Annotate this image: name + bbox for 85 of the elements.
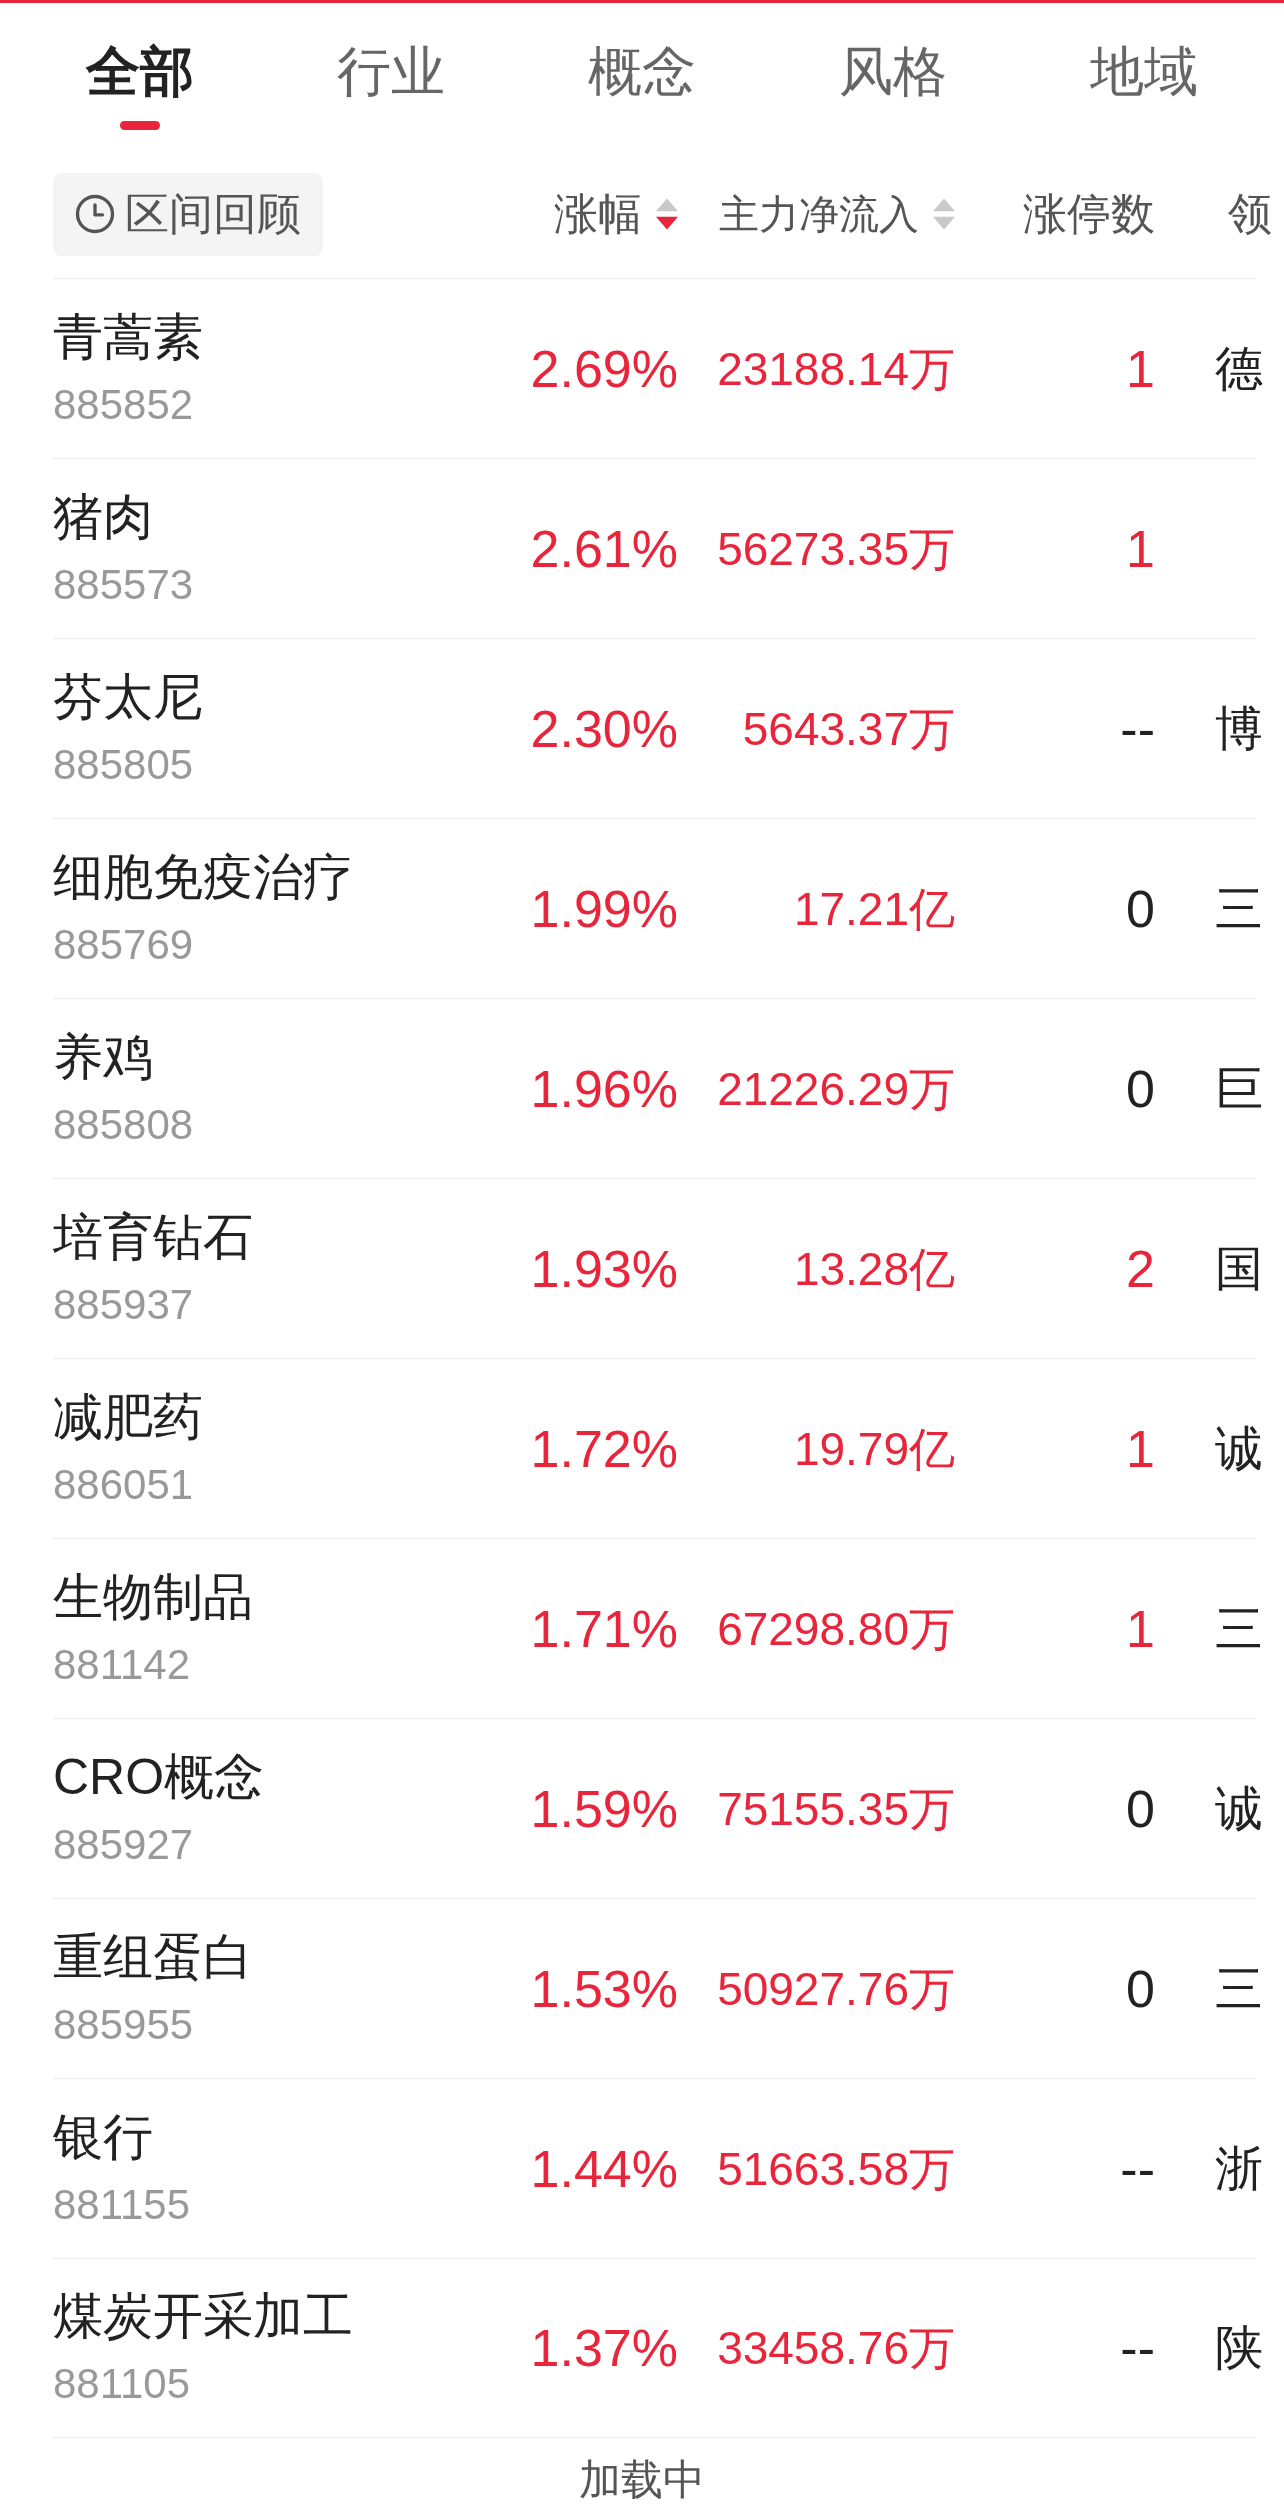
limit-up-count: 0 [1126, 878, 1155, 940]
change-percent: 2.30% [530, 698, 678, 760]
sector-code: 886051 [53, 1459, 194, 1510]
leading-stock: 德 [1215, 340, 1263, 397]
sector-name: CRO概念 [53, 1747, 265, 1807]
column-header[interactable]: 涨幅 [554, 188, 678, 240]
category-tab[interactable]: 风格 [767, 39, 1018, 130]
leading-stock: 国 [1215, 1240, 1263, 1297]
change-percent: 1.59% [530, 1778, 678, 1840]
limit-up-count: -- [1120, 2138, 1155, 2200]
column-header[interactable]: 领 [1228, 188, 1272, 240]
leading-stock: 巨 [1215, 1060, 1263, 1117]
limit-up-count: 1 [1126, 338, 1155, 400]
sector-name: 减肥药 [53, 1387, 203, 1447]
loading-status: 加载中 [579, 2455, 705, 2505]
limit-up-count: 0 [1126, 1778, 1155, 1840]
net-inflow: 67298.80万 [717, 1601, 955, 1657]
sector-code: 885805 [53, 739, 194, 790]
limit-up-count: 2 [1126, 1238, 1155, 1300]
sector-code: 881105 [53, 2359, 191, 2409]
net-inflow: 33458.76万 [717, 2321, 955, 2376]
change-percent: 1.71% [530, 1598, 678, 1660]
net-inflow: 21226.29万 [717, 1061, 955, 1117]
category-tab[interactable]: 概念 [516, 39, 767, 130]
sector-name: 养鸡 [53, 1027, 153, 1087]
net-inflow: 19.79亿 [793, 1421, 955, 1477]
limit-up-count: 1 [1126, 1418, 1155, 1480]
sort-icon [933, 197, 955, 231]
limit-up-count: -- [1120, 2318, 1155, 2379]
column-header[interactable]: 主力净流入 [719, 188, 955, 240]
category-tab[interactable]: 地域 [1018, 39, 1269, 130]
change-percent: 1.72% [530, 1418, 678, 1480]
net-inflow: 50927.76万 [717, 1961, 955, 2017]
sector-code: 885769 [53, 919, 194, 970]
change-percent: 1.44% [530, 2138, 678, 2200]
sector-name: 细胞免疫治疗 [53, 847, 353, 907]
net-inflow: 51663.58万 [717, 2141, 955, 2197]
net-inflow: 23188.14万 [717, 341, 955, 397]
sector-name: 培育钻石 [53, 1207, 253, 1267]
change-percent: 2.69% [530, 338, 678, 400]
clock-icon [75, 194, 115, 234]
limit-up-count: 1 [1126, 1598, 1155, 1660]
category-tab[interactable]: 全部 [14, 39, 265, 130]
leading-stock: 陕 [1215, 2320, 1263, 2376]
net-inflow: 5643.37万 [742, 701, 955, 757]
sector-code: 885852 [53, 379, 194, 430]
limit-up-count: -- [1120, 698, 1155, 760]
leading-stock: 诚 [1215, 1780, 1263, 1837]
sector-name: 芬太尼 [53, 667, 203, 727]
sector-name: 银行 [53, 2107, 153, 2167]
sort-icon [656, 197, 678, 231]
category-tab[interactable]: 行业 [265, 39, 516, 130]
leading-stock: 三 [1215, 1960, 1263, 2017]
limit-up-count: 0 [1126, 1958, 1155, 2020]
sector-code: 885927 [53, 1819, 194, 1870]
leading-stock: 浙 [1215, 2140, 1263, 2197]
sector-code: 885937 [53, 1279, 194, 1330]
sector-code: 885573 [53, 559, 194, 610]
sector-code: 885808 [53, 1099, 194, 1150]
limit-up-count: 0 [1126, 1058, 1155, 1120]
net-inflow: 13.28亿 [793, 1241, 955, 1297]
sector-name: 重组蛋白 [53, 1927, 253, 1987]
leading-stock: 博 [1215, 700, 1263, 757]
change-percent: 1.93% [530, 1238, 678, 1300]
sector-code: 881142 [53, 1639, 191, 1690]
column-header[interactable]: 涨停数 [1023, 188, 1155, 240]
leading-stock: 三 [1215, 1600, 1263, 1657]
net-inflow: 17.21亿 [793, 881, 955, 937]
change-percent: 1.99% [530, 878, 678, 940]
leading-stock: 诚 [1215, 1420, 1263, 1477]
range-review-button[interactable]: 区间回顾 [53, 172, 323, 256]
sector-name: 青蒿素 [53, 307, 203, 367]
change-percent: 1.53% [530, 1958, 678, 2020]
sector-code: 881155 [53, 2179, 191, 2230]
sector-name: 猪肉 [53, 487, 153, 547]
net-inflow: 75155.35万 [717, 1781, 955, 1837]
sector-code: 885955 [53, 1999, 194, 2050]
net-inflow: 56273.35万 [717, 521, 955, 577]
sector-name: 煤炭开采加工 [53, 2287, 353, 2346]
change-percent: 1.37% [530, 2318, 678, 2379]
sector-name: 生物制品 [53, 1567, 253, 1627]
leading-stock: 三 [1215, 880, 1263, 937]
change-percent: 1.96% [530, 1058, 678, 1120]
change-percent: 2.61% [530, 518, 678, 580]
limit-up-count: 1 [1126, 518, 1155, 580]
